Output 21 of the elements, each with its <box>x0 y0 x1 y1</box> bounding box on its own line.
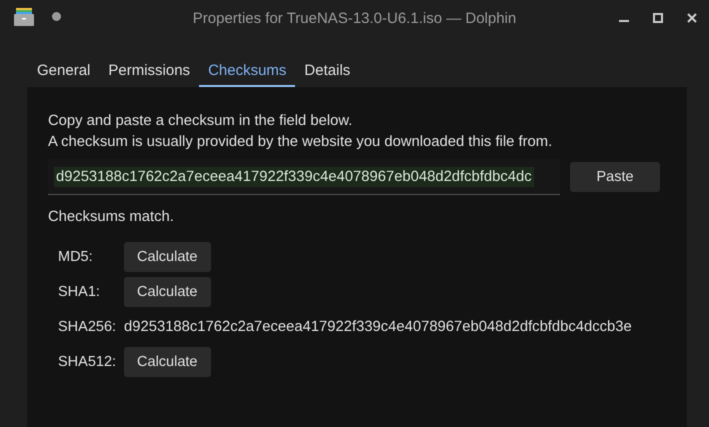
algorithm-label: MD5: <box>58 248 94 264</box>
calculate-button[interactable]: Calculate <box>124 276 210 306</box>
instruction-text: A checksum is usually provided by the website you downloaded this file from. <box>48 133 554 152</box>
instruction-text: Copy and paste a checksum in the field below. <box>48 112 354 131</box>
window-title: Properties for TrueNAS-13.0-U6.1.iso — Dolphin <box>192 10 516 27</box>
status-text: Checksums match. <box>48 209 175 225</box>
algorithm-label: SHA256: <box>58 318 116 334</box>
paste-button[interactable]: Paste <box>570 162 660 192</box>
tab[interactable]: General <box>28 58 100 87</box>
maximize-icon[interactable] <box>653 13 663 23</box>
calculate-button[interactable]: Calculate <box>124 346 210 376</box>
algorithm-label: SHA1: <box>58 284 101 300</box>
folder-icon <box>14 8 34 26</box>
pin-dot-icon[interactable] <box>52 12 61 20</box>
close-icon[interactable] <box>687 13 697 23</box>
tab[interactable]: Permissions <box>99 58 200 87</box>
calculate-button[interactable]: Calculate <box>124 242 210 272</box>
checksum-field[interactable]: d9253188c1762c2a7eceea417922f339c4e4078967eb048d2dfcbfdbc4dc <box>48 159 560 195</box>
hash-value: d9253188c1762c2a7eceea417922f339c4e4078967eb048d2dfcbfdbc4dccb3e <box>124 318 632 334</box>
algorithm-label: SHA512: <box>58 354 116 370</box>
tab[interactable]: Details <box>295 58 360 87</box>
